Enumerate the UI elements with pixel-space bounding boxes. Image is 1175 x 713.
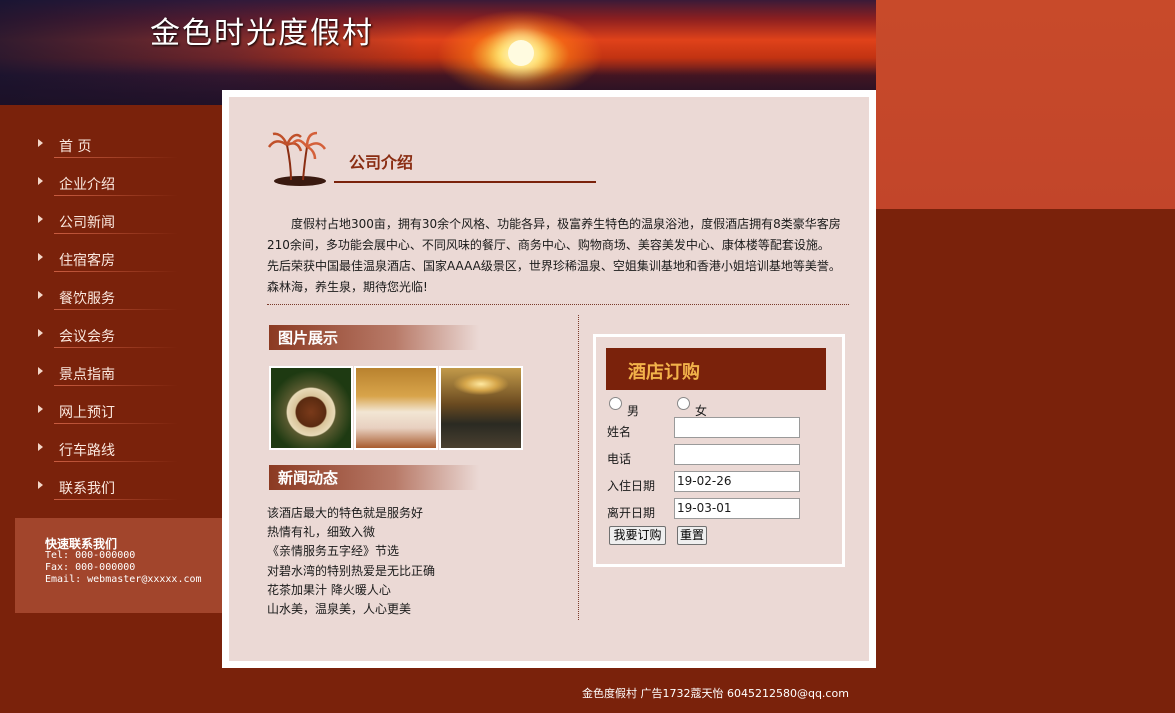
arrow-bullet-icon [38,215,43,223]
site-title: 金色时光度假村 [150,16,374,51]
nav-item-label[interactable]: 住宿客房 [59,250,115,270]
header-decoration [876,0,1175,209]
company-intro-title: 公司介绍 [349,153,414,172]
arrow-bullet-icon [38,291,43,299]
nav-item-directions[interactable]: 行车路线 [36,432,216,470]
name-label: 姓名 [607,425,632,439]
name-input[interactable] [674,417,800,438]
gallery-title: 图片展示 [278,329,339,347]
booking-title: 酒店订购 [628,362,700,383]
title-underline [334,181,596,183]
gallery-header: 图片展示 [269,325,479,350]
quick-contact-box: 快速联系我们 Tel: 000-000000 Fax: 000-000000 E… [15,518,222,613]
nav-item-label[interactable]: 企业介绍 [59,174,115,194]
news-item[interactable]: 《亲情服务五字经》节选 [267,542,435,561]
checkin-label: 入住日期 [607,479,656,493]
arrow-bullet-icon [38,253,43,261]
gallery-image-meeting-room[interactable] [439,366,523,450]
nav-item-online-booking[interactable]: 网上预订 [36,394,216,432]
palm-tree-icon [267,131,327,186]
phone-label: 电话 [607,452,632,466]
checkin-date-input[interactable]: 19-02-26 [674,471,800,492]
horizontal-divider [267,304,849,305]
order-button[interactable]: 我要订购 [609,526,666,545]
arrow-bullet-icon [38,367,43,375]
news-item[interactable]: 热情有礼，细致入微 [267,523,435,542]
nav-item-meetings[interactable]: 会议会务 [36,318,216,356]
gender-male-label: 男 [627,404,640,418]
nav-item-label[interactable]: 网上预订 [59,402,115,422]
nav-item-label[interactable]: 首 页 [59,136,91,156]
news-list: 该酒店最大的特色就是服务好 热情有礼，细致入微 《亲情服务五字经》节选 对碧水湾… [267,504,435,619]
arrow-bullet-icon [38,481,43,489]
main-panel: 公司介绍 度假村占地300亩，拥有30余个风格、功能各异，极富养生特色的温泉浴池… [222,90,876,668]
arrow-bullet-icon [38,443,43,451]
nav-item-news[interactable]: 公司新闻 [36,204,216,242]
nav-item-label[interactable]: 行车路线 [59,440,115,460]
nav-item-contact[interactable]: 联系我们 [36,470,216,508]
booking-form: 酒店订购 男 女 姓名 电话 入住日期 19-02-26 离开日期 19-03-… [593,334,845,567]
checkout-label: 离开日期 [607,506,656,520]
gender-male-radio[interactable] [609,397,622,410]
sunset-sun [508,40,534,66]
nav-item-company[interactable]: 企业介绍 [36,166,216,204]
contact-tel: Tel: 000-000000 [45,550,136,561]
news-item[interactable]: 花茶加果汁 降火暖人心 [267,581,435,600]
arrow-bullet-icon [38,139,43,147]
gender-female-radio[interactable] [677,397,690,410]
arrow-bullet-icon [38,405,43,413]
news-title: 新闻动态 [278,469,339,487]
gallery-image-bedroom[interactable] [354,366,438,450]
footer-text: 金色度假村 广告1732蔻天怡 6045212580@qq.com [582,687,849,700]
gallery-image-dish[interactable] [269,366,353,450]
news-item[interactable]: 对碧水湾的特别热爱是无比正确 [267,562,435,581]
nav-item-rooms[interactable]: 住宿客房 [36,242,216,280]
nav-item-label[interactable]: 公司新闻 [59,212,115,232]
news-header: 新闻动态 [269,465,479,490]
sidebar-nav: 首 页 企业介绍 公司新闻 住宿客房 餐饮服务 会议会务 景点指南 网上预订 行 [36,128,216,508]
nav-item-label[interactable]: 餐饮服务 [59,288,115,308]
arrow-bullet-icon [38,177,43,185]
vertical-divider [578,315,579,620]
nav-item-label[interactable]: 景点指南 [59,364,115,384]
nav-item-label[interactable]: 会议会务 [59,326,115,346]
reset-button[interactable]: 重置 [677,526,707,545]
main-content: 公司介绍 度假村占地300亩，拥有30余个风格、功能各异，极富养生特色的温泉浴池… [229,97,869,661]
nav-item-label[interactable]: 联系我们 [59,478,115,498]
nav-item-attractions[interactable]: 景点指南 [36,356,216,394]
contact-fax: Fax: 000-000000 [45,562,136,573]
contact-email: Email: webmaster@xxxxx.com [45,574,202,585]
nav-item-dining[interactable]: 餐饮服务 [36,280,216,318]
checkout-date-input[interactable]: 19-03-01 [674,498,800,519]
company-intro-text: 度假村占地300亩，拥有30余个风格、功能各异，极富养生特色的温泉浴池，度假酒店… [267,217,841,294]
news-item[interactable]: 山水美，温泉美，人心更美 [267,600,435,619]
nav-item-home[interactable]: 首 页 [36,128,216,166]
booking-header: 酒店订购 [606,348,826,390]
news-item[interactable]: 该酒店最大的特色就是服务好 [267,504,435,523]
arrow-bullet-icon [38,329,43,337]
phone-input[interactable] [674,444,800,465]
